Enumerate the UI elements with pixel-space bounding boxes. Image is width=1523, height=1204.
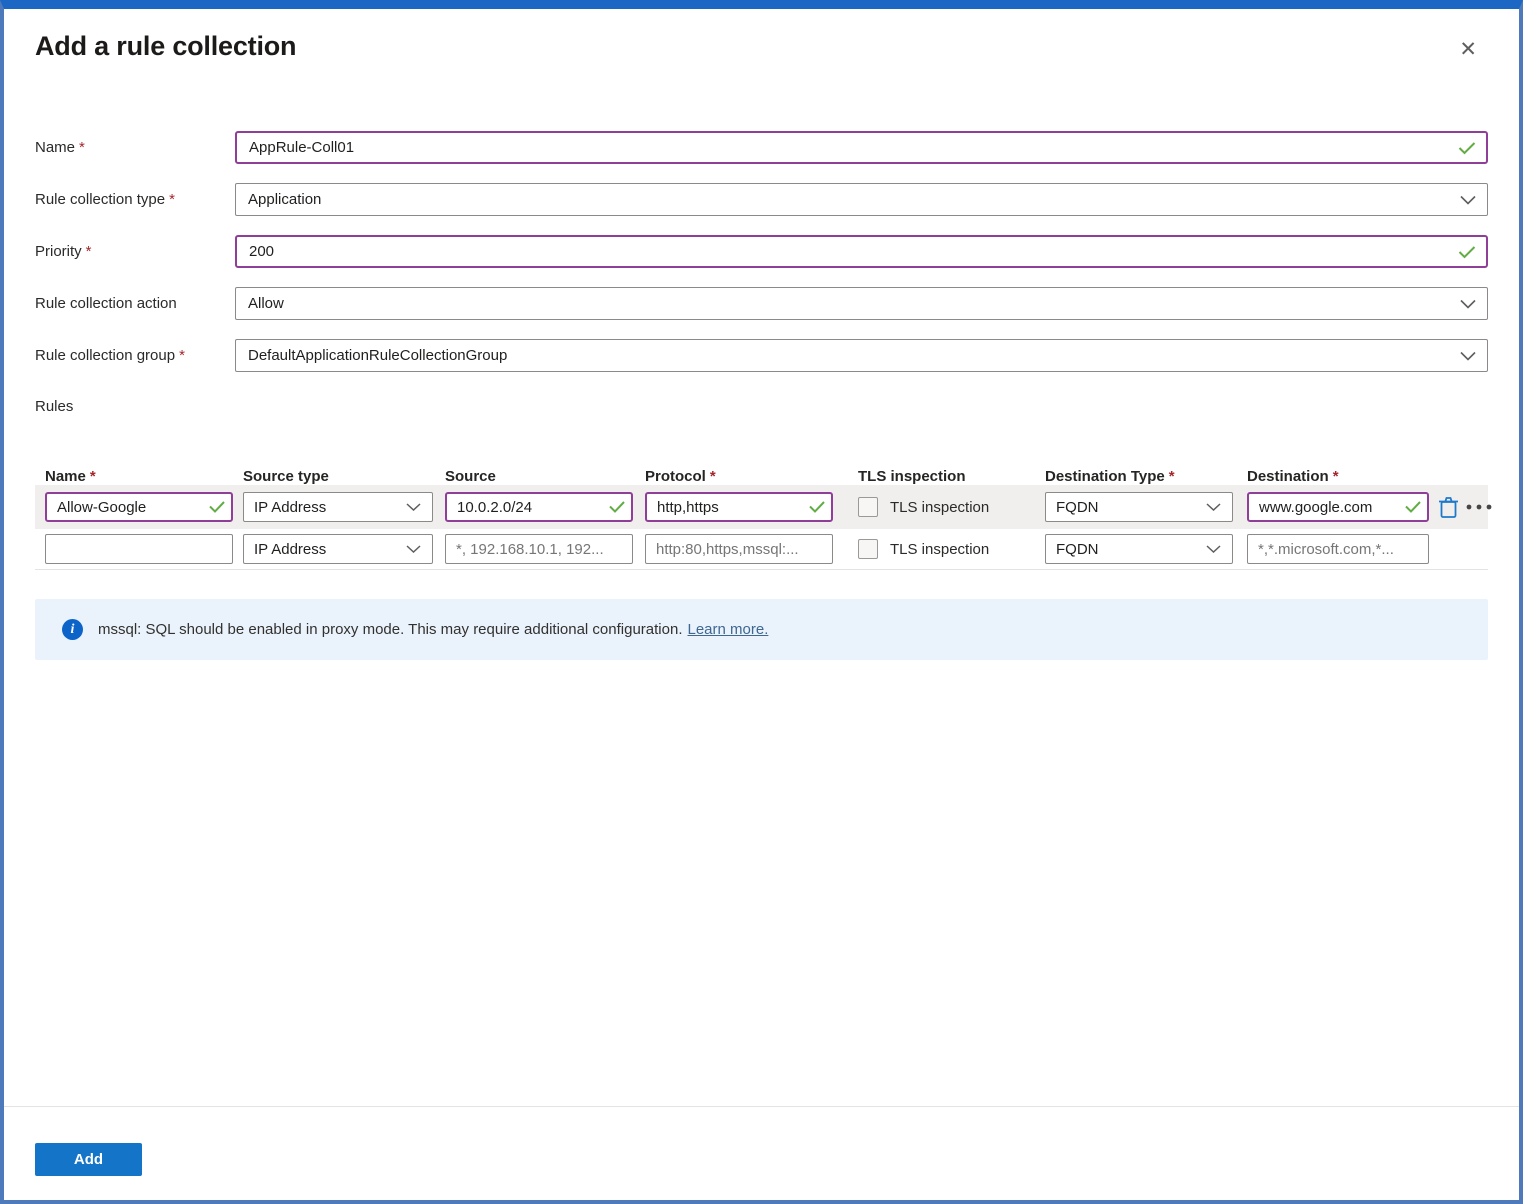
rule-name-input[interactable] bbox=[45, 534, 233, 564]
info-banner: i mssql: SQL should be enabled in proxy … bbox=[35, 599, 1488, 660]
rule-collection-group-label: Rule collection group* bbox=[35, 347, 235, 364]
rule-source-input[interactable] bbox=[445, 534, 633, 564]
name-row: Name* bbox=[35, 131, 1488, 164]
dialog-content: Add a rule collection Name* Rule collect… bbox=[4, 9, 1519, 1106]
header-tls-inspection: TLS inspection bbox=[858, 468, 1028, 485]
rule-collection-group-row: Rule collection group* DefaultApplicatio… bbox=[35, 339, 1488, 372]
rule-collection-type-control: Application bbox=[235, 183, 1488, 216]
rule-destination-input[interactable] bbox=[1247, 534, 1429, 564]
rule-collection-type-label: Rule collection type* bbox=[35, 191, 235, 208]
tls-inspection-checkbox[interactable] bbox=[858, 539, 878, 559]
more-options-icon[interactable] bbox=[1466, 504, 1492, 510]
required-asterisk: * bbox=[79, 139, 85, 156]
priority-label: Priority* bbox=[35, 243, 235, 260]
header-name: Name* bbox=[45, 468, 233, 485]
rule-name-input[interactable] bbox=[45, 492, 233, 522]
rule-collection-type-row: Rule collection type* Application bbox=[35, 183, 1488, 216]
tls-inspection-label: TLS inspection bbox=[890, 541, 989, 558]
chevron-down-icon bbox=[406, 503, 421, 511]
name-label: Name* bbox=[35, 139, 235, 156]
chevron-down-icon bbox=[1206, 503, 1221, 511]
priority-row: Priority* bbox=[35, 235, 1488, 268]
rule-protocol-input[interactable] bbox=[645, 534, 833, 564]
priority-control bbox=[235, 235, 1488, 268]
header-destination-type: Destination Type* bbox=[1045, 468, 1233, 485]
rule-destination-type-select[interactable]: FQDN bbox=[1045, 534, 1233, 564]
rule-collection-type-select[interactable]: Application bbox=[235, 183, 1488, 216]
rule-collection-action-select[interactable]: Allow bbox=[235, 287, 1488, 320]
valid-check-icon bbox=[1458, 245, 1476, 258]
required-asterisk: * bbox=[86, 243, 92, 260]
banner-text: mssql: SQL should be enabled in proxy mo… bbox=[98, 621, 768, 638]
valid-check-icon bbox=[1458, 141, 1476, 154]
rule-destination-input[interactable] bbox=[1247, 492, 1429, 522]
tls-inspection-checkbox[interactable] bbox=[858, 497, 878, 517]
header-source: Source bbox=[445, 468, 633, 485]
info-icon: i bbox=[62, 619, 83, 640]
header-destination: Destination* bbox=[1247, 468, 1429, 485]
rule-collection-group-select[interactable]: DefaultApplicationRuleCollectionGroup bbox=[235, 339, 1488, 372]
rule-source-input[interactable] bbox=[445, 492, 633, 522]
name-control bbox=[235, 131, 1488, 164]
rule-collection-group-control: DefaultApplicationRuleCollectionGroup bbox=[235, 339, 1488, 372]
delete-rule-icon[interactable] bbox=[1438, 496, 1459, 519]
rule-destination-type-select[interactable]: FQDN bbox=[1045, 492, 1233, 522]
required-asterisk: * bbox=[179, 347, 185, 364]
valid-check-icon bbox=[609, 501, 625, 513]
rules-section-label: Rules bbox=[35, 398, 1488, 415]
valid-check-icon bbox=[1405, 501, 1421, 513]
rule-collection-action-label: Rule collection action bbox=[35, 295, 235, 312]
rule-collection-action-row: Rule collection action Allow bbox=[35, 287, 1488, 320]
rule-source-type-select[interactable]: IP Address bbox=[243, 492, 433, 522]
add-button[interactable]: Add bbox=[35, 1143, 142, 1176]
chevron-down-icon bbox=[1206, 545, 1221, 553]
rules-table-header: Name* Source type Source Protocol* TLS i… bbox=[35, 459, 1488, 485]
valid-check-icon bbox=[209, 501, 225, 513]
name-input[interactable] bbox=[235, 131, 1488, 164]
required-asterisk: * bbox=[169, 191, 175, 208]
chevron-down-icon bbox=[1460, 195, 1476, 204]
header-protocol: Protocol* bbox=[645, 468, 833, 485]
rule-collection-form: Name* Rule collection type* Application bbox=[35, 131, 1488, 391]
rule-source-type-select[interactable]: IP Address bbox=[243, 534, 433, 564]
header-source-type: Source type bbox=[243, 468, 433, 485]
rule-row-2: IP Address TLS inspection FQDN bbox=[35, 529, 1488, 570]
chevron-down-icon bbox=[1460, 299, 1476, 308]
tls-inspection-label: TLS inspection bbox=[890, 499, 989, 516]
dialog-header: Add a rule collection bbox=[35, 9, 1488, 80]
priority-input[interactable] bbox=[235, 235, 1488, 268]
valid-check-icon bbox=[809, 501, 825, 513]
rule-protocol-input[interactable] bbox=[645, 492, 833, 522]
page-title: Add a rule collection bbox=[35, 31, 1488, 62]
add-rule-collection-dialog: ✕ Add a rule collection Name* bbox=[0, 0, 1523, 1204]
close-icon[interactable]: ✕ bbox=[1455, 35, 1481, 64]
chevron-down-icon bbox=[406, 545, 421, 553]
rule-collection-action-control: Allow bbox=[235, 287, 1488, 320]
chevron-down-icon bbox=[1460, 351, 1476, 360]
rule-row-1: IP Address bbox=[35, 485, 1488, 529]
dialog-footer: Add bbox=[4, 1106, 1519, 1200]
learn-more-link[interactable]: Learn more. bbox=[688, 621, 769, 638]
